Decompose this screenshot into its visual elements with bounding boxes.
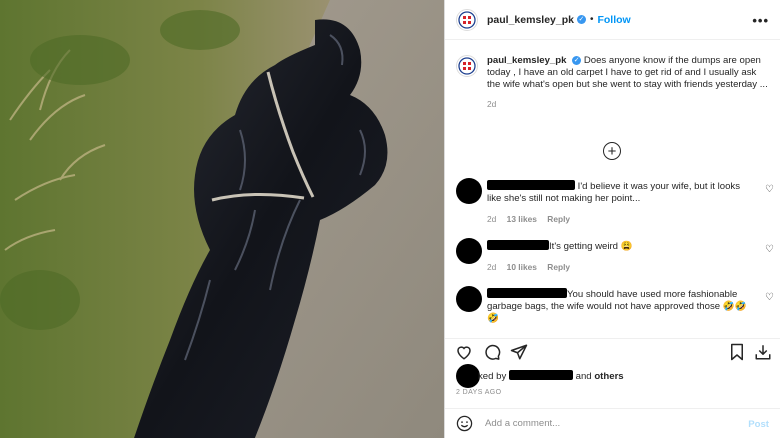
comment-text: It's getting weird 😩 bbox=[549, 241, 633, 252]
liked-by-and: and bbox=[575, 371, 592, 382]
post-side-panel: paul_kemsley_pk ✓ • Follow ••• paul_kems… bbox=[444, 0, 780, 438]
comment-time: 2d bbox=[487, 262, 497, 272]
liked-by-others[interactable]: others bbox=[594, 371, 623, 382]
comment-heart-icon[interactable]: ♡ bbox=[765, 244, 774, 255]
comment-like-count[interactable]: 13 likes bbox=[507, 214, 537, 224]
club-crest-logo bbox=[458, 10, 476, 29]
author-avatar[interactable] bbox=[456, 8, 478, 31]
download-icon[interactable] bbox=[754, 343, 772, 361]
post-comment-button[interactable]: Post bbox=[748, 419, 769, 430]
post-caption: paul_kemsley_pk ✓ Does anyone know if th… bbox=[456, 55, 772, 110]
heart-icon[interactable] bbox=[455, 343, 473, 361]
comment-meta: 2d 10 likes Reply bbox=[487, 262, 578, 272]
comment-time: 2d bbox=[487, 214, 497, 224]
redacted-liker-name bbox=[508, 370, 573, 380]
reply-button[interactable]: Reply bbox=[547, 262, 570, 272]
comment-item: You should have used more fashionable ga… bbox=[456, 284, 774, 328]
commenter-avatar[interactable] bbox=[456, 178, 482, 204]
liker-avatar[interactable] bbox=[456, 364, 480, 388]
comment-meta: 2d 13 likes Reply bbox=[487, 214, 578, 224]
redacted-username bbox=[487, 180, 575, 190]
comment-body: You should have used more fashionable ga… bbox=[487, 288, 749, 325]
add-circle-icon[interactable]: + bbox=[603, 142, 621, 160]
caption-username[interactable]: paul_kemsley_pk bbox=[487, 55, 566, 66]
post-header: paul_kemsley_pk ✓ • Follow ••• bbox=[445, 0, 780, 40]
author-username[interactable]: paul_kemsley_pk bbox=[487, 14, 574, 26]
verified-icon: ✓ bbox=[576, 15, 586, 24]
liked-by-text: ked by and others bbox=[478, 370, 624, 382]
more-options-icon[interactable]: ••• bbox=[752, 13, 769, 28]
liked-by-prefix: ked by bbox=[478, 371, 507, 382]
liked-by-row[interactable]: ked by and others bbox=[456, 364, 756, 388]
comment-heart-icon[interactable]: ♡ bbox=[765, 184, 774, 195]
commenter-avatar[interactable] bbox=[456, 238, 482, 264]
comment-like-count[interactable]: 10 likes bbox=[507, 262, 537, 272]
reply-button[interactable]: Reply bbox=[547, 214, 570, 224]
follow-button[interactable]: Follow bbox=[597, 14, 630, 26]
caption-time: 2d bbox=[487, 98, 497, 109]
bookmark-icon[interactable] bbox=[729, 343, 745, 361]
caption-text-block: paul_kemsley_pk ✓ Does anyone know if th… bbox=[487, 55, 771, 110]
redacted-username bbox=[487, 288, 567, 298]
instagram-post-window: paul_kemsley_pk ✓ • Follow ••• paul_kems… bbox=[0, 0, 780, 438]
club-crest-logo bbox=[458, 57, 476, 75]
post-timestamp: 2 DAYS AGO bbox=[456, 389, 502, 396]
header-separator: • bbox=[589, 14, 594, 25]
comment-item: It's getting weird 😩 2d 10 likes Reply ♡ bbox=[456, 236, 774, 276]
commenter-avatar[interactable] bbox=[456, 286, 482, 312]
emoji-icon[interactable] bbox=[456, 415, 473, 432]
comment-heart-icon[interactable]: ♡ bbox=[765, 292, 774, 303]
comment-item: I'd believe it was your wife, but it loo… bbox=[456, 176, 774, 228]
post-action-bar bbox=[445, 338, 780, 364]
share-icon[interactable] bbox=[510, 343, 528, 361]
comment-icon[interactable] bbox=[483, 343, 501, 361]
post-photo[interactable] bbox=[0, 0, 444, 438]
caption-avatar[interactable] bbox=[456, 55, 478, 77]
add-comment-input[interactable]: Add a comment... bbox=[485, 418, 560, 429]
photo-illustration bbox=[0, 0, 444, 438]
verified-icon: ✓ bbox=[572, 56, 582, 65]
add-comment-bar: Add a comment... Post bbox=[445, 408, 780, 438]
redacted-username bbox=[487, 240, 549, 250]
comment-body: I'd believe it was your wife, but it loo… bbox=[487, 180, 749, 205]
comment-body: It's getting weird 😩 bbox=[487, 240, 749, 253]
